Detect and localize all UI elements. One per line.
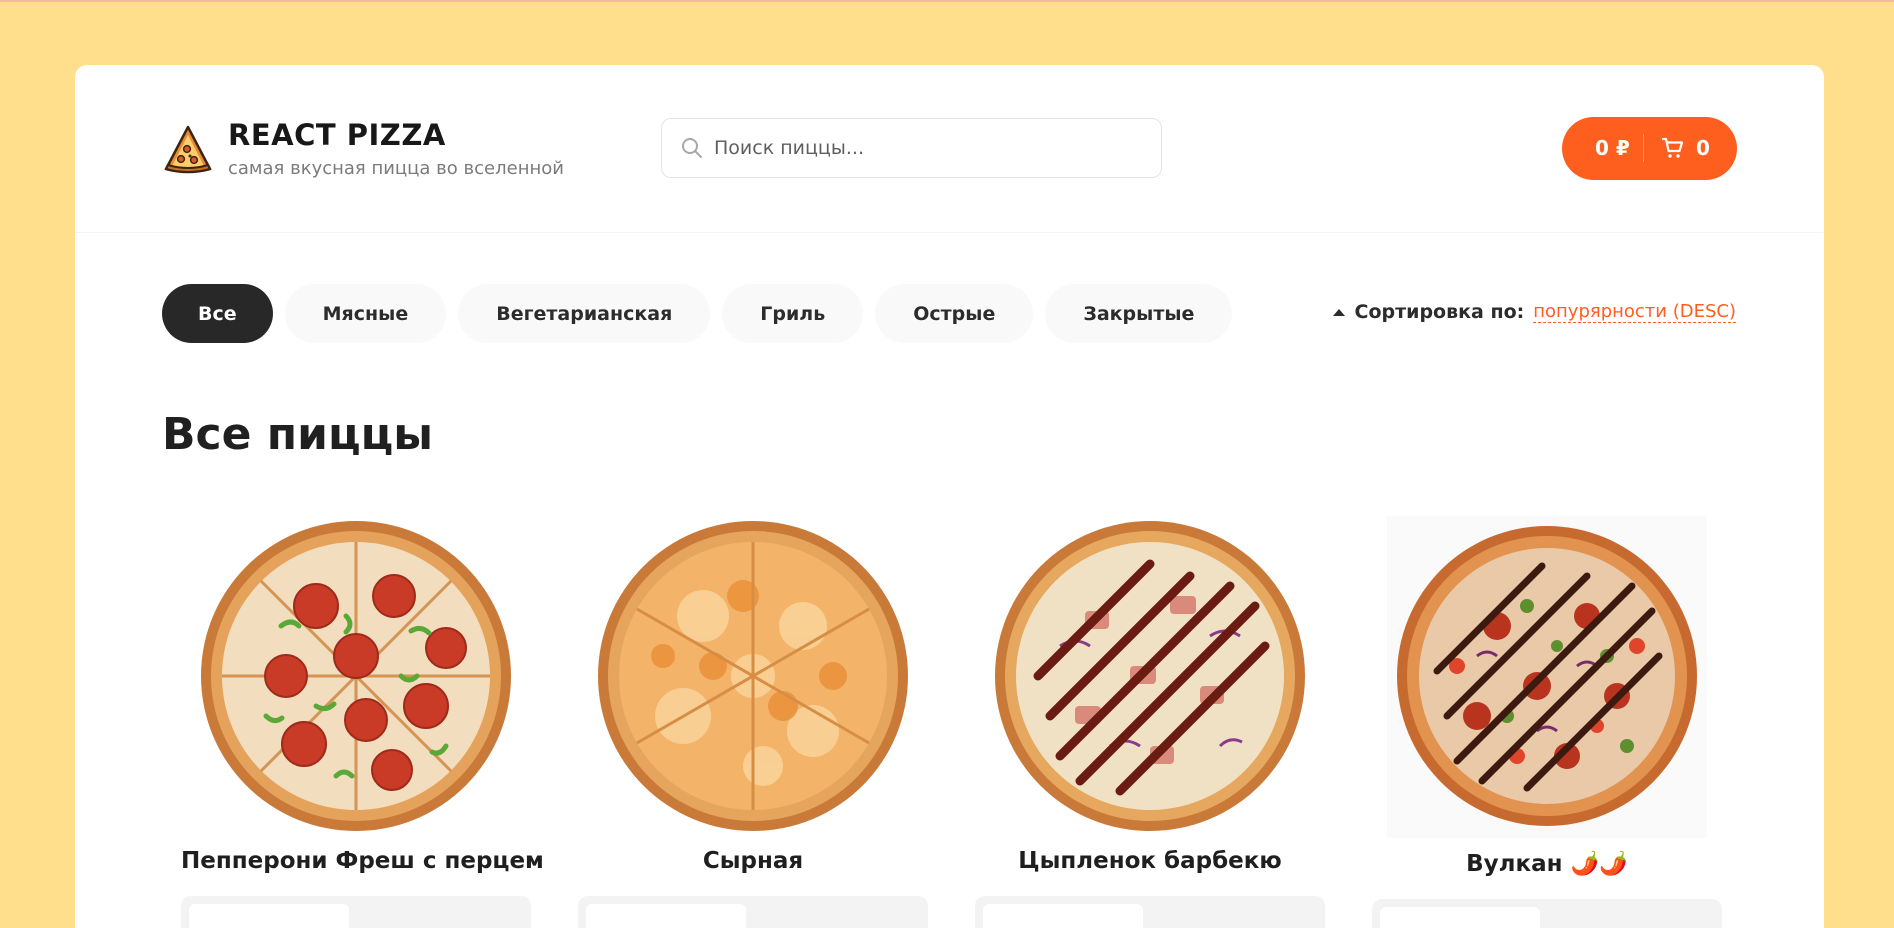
cart-count: 0 bbox=[1696, 136, 1710, 160]
sort-value[interactable]: попурярности (DESC) bbox=[1533, 301, 1736, 323]
pizza-slice-icon bbox=[164, 125, 212, 174]
pizza-card: Цыпленок барбекю bbox=[975, 516, 1325, 928]
dough-option[interactable] bbox=[586, 904, 746, 928]
page-title: Все пиццы bbox=[162, 409, 434, 460]
sort-label: Сортировка по: bbox=[1354, 301, 1525, 323]
categories: Все Мясные Вегетарианская Гриль Острые З… bbox=[162, 284, 1244, 343]
pizza-card: Вулкан 🌶️🌶️ bbox=[1372, 516, 1722, 928]
search-icon bbox=[682, 138, 702, 158]
shopping-cart-icon bbox=[1661, 137, 1684, 158]
dough-option[interactable] bbox=[1380, 907, 1540, 928]
dough-option[interactable] bbox=[983, 904, 1143, 928]
search-box bbox=[661, 118, 1162, 178]
pizza-name: Пепперони Фреш с перцем bbox=[181, 848, 544, 874]
pizza-options bbox=[578, 896, 928, 928]
pizza-card: Пепперони Фреш с перцем bbox=[181, 516, 544, 928]
pizza-card: Сырная bbox=[578, 516, 928, 928]
dough-option[interactable] bbox=[189, 904, 349, 928]
header: REACT PIZZA самая вкусная пицца во вселе… bbox=[75, 65, 1824, 233]
search-input[interactable] bbox=[714, 137, 1134, 159]
cart-button[interactable]: 0 ₽ 0 bbox=[1562, 117, 1737, 180]
category-all[interactable]: Все bbox=[162, 284, 273, 343]
category-closed[interactable]: Закрытые bbox=[1045, 284, 1233, 343]
top-border bbox=[0, 0, 1894, 2]
category-spicy[interactable]: Острые bbox=[875, 284, 1034, 343]
cart-divider bbox=[1643, 134, 1644, 162]
bbq-chicken-pizza-image[interactable] bbox=[990, 516, 1310, 836]
pizza-name: Цыпленок барбекю bbox=[1018, 848, 1282, 874]
app-title: REACT PIZZA bbox=[228, 118, 446, 152]
logo[interactable]: REACT PIZZA самая вкусная пицца во вселе… bbox=[162, 118, 564, 180]
cart-price: 0 ₽ bbox=[1595, 136, 1630, 160]
pizza-options bbox=[975, 896, 1325, 928]
cheese-pizza-image[interactable] bbox=[593, 516, 913, 836]
pizza-name: Вулкан 🌶️🌶️ bbox=[1466, 851, 1628, 877]
pizza-options bbox=[181, 896, 531, 928]
pizza-name: Сырная bbox=[702, 848, 804, 874]
volcano-pizza-image[interactable] bbox=[1387, 516, 1707, 838]
sort: Сортировка по: попурярности (DESC) bbox=[1332, 301, 1736, 323]
pepperoni-pizza-image[interactable] bbox=[196, 516, 516, 836]
category-vegetarian[interactable]: Вегетарианская bbox=[458, 284, 711, 343]
app-subtitle: самая вкусная пицца во вселенной bbox=[228, 158, 564, 179]
triangle-up-icon[interactable] bbox=[1332, 308, 1345, 316]
category-grill[interactable]: Гриль bbox=[722, 284, 864, 343]
app-wrapper: REACT PIZZA самая вкусная пицца во вселе… bbox=[75, 65, 1824, 928]
category-meat[interactable]: Мясные bbox=[284, 284, 447, 343]
pizza-options bbox=[1372, 899, 1722, 928]
